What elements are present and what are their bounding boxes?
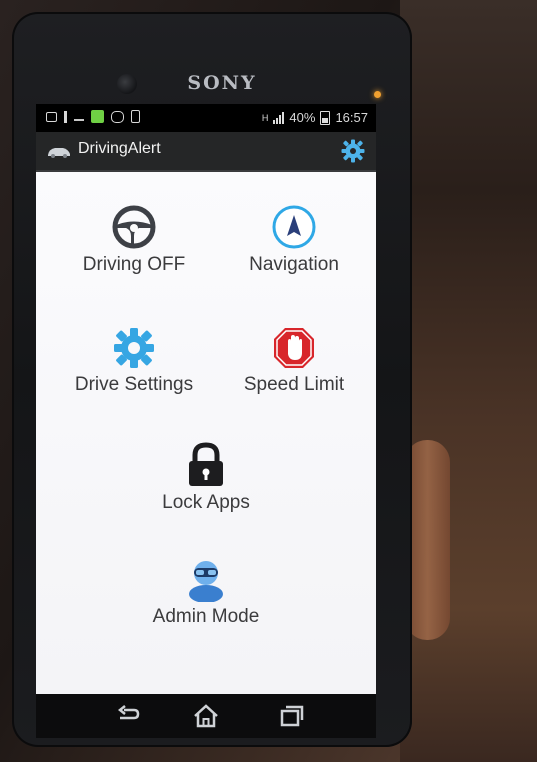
notification-icons bbox=[46, 110, 140, 123]
photo-background: SONY H 40% 16:57 DrivingAlert Driving OF… bbox=[0, 0, 537, 762]
message-icon bbox=[46, 111, 57, 122]
battery-percent: 40% bbox=[289, 110, 316, 125]
signal-icon bbox=[273, 111, 285, 124]
navigation-arrow-icon bbox=[272, 205, 316, 249]
status-bar: H 40% 16:57 bbox=[36, 104, 376, 132]
admin-mode-button[interactable]: Admin Mode bbox=[136, 556, 276, 628]
drive-settings-label: Drive Settings bbox=[74, 374, 194, 395]
status-right: H 40% 16:57 bbox=[262, 110, 368, 125]
action-bar: DrivingAlert bbox=[36, 132, 376, 172]
navigation-button[interactable]: Navigation bbox=[234, 204, 354, 276]
system-nav-bar bbox=[36, 694, 376, 738]
navigation-label: Navigation bbox=[249, 254, 339, 275]
admin-mode-label: Admin Mode bbox=[152, 606, 260, 627]
lock-apps-label: Lock Apps bbox=[162, 492, 250, 513]
clock: 16:57 bbox=[335, 110, 368, 125]
app-notification-icon bbox=[91, 110, 104, 123]
app-title: DrivingAlert bbox=[78, 140, 161, 157]
main-menu: Driving OFF Navigation Drive Settings Sp… bbox=[36, 172, 376, 694]
background-wall bbox=[400, 0, 537, 762]
lock-apps-button[interactable]: Lock Apps bbox=[146, 442, 266, 514]
chat-icon bbox=[111, 110, 124, 123]
drive-settings-button[interactable]: Drive Settings bbox=[66, 326, 202, 396]
driving-label: Driving OFF bbox=[82, 254, 186, 275]
padlock-icon bbox=[189, 442, 223, 486]
network-type: H bbox=[261, 112, 269, 123]
connection-icon bbox=[74, 113, 84, 121]
speed-limit-label: Speed Limit bbox=[243, 374, 345, 395]
home-icon[interactable] bbox=[191, 702, 221, 730]
speed-limit-button[interactable]: Speed Limit bbox=[234, 326, 354, 396]
usb-icon bbox=[64, 110, 67, 123]
phone-screen: H 40% 16:57 DrivingAlert Driving OFF Nav… bbox=[36, 104, 376, 694]
steering-wheel-icon bbox=[112, 205, 156, 249]
back-icon[interactable] bbox=[112, 702, 142, 730]
device-brand: SONY bbox=[187, 72, 257, 94]
notification-led bbox=[374, 91, 381, 98]
driving-toggle-button[interactable]: Driving OFF bbox=[74, 204, 194, 276]
gear-icon bbox=[114, 328, 154, 368]
admin-user-icon bbox=[189, 561, 223, 602]
stop-hand-icon bbox=[274, 328, 314, 368]
car-logo-icon bbox=[48, 148, 70, 158]
device-icon bbox=[131, 110, 140, 123]
recents-icon[interactable] bbox=[276, 702, 306, 730]
battery-icon bbox=[320, 110, 331, 125]
settings-gear-button[interactable] bbox=[340, 138, 366, 164]
